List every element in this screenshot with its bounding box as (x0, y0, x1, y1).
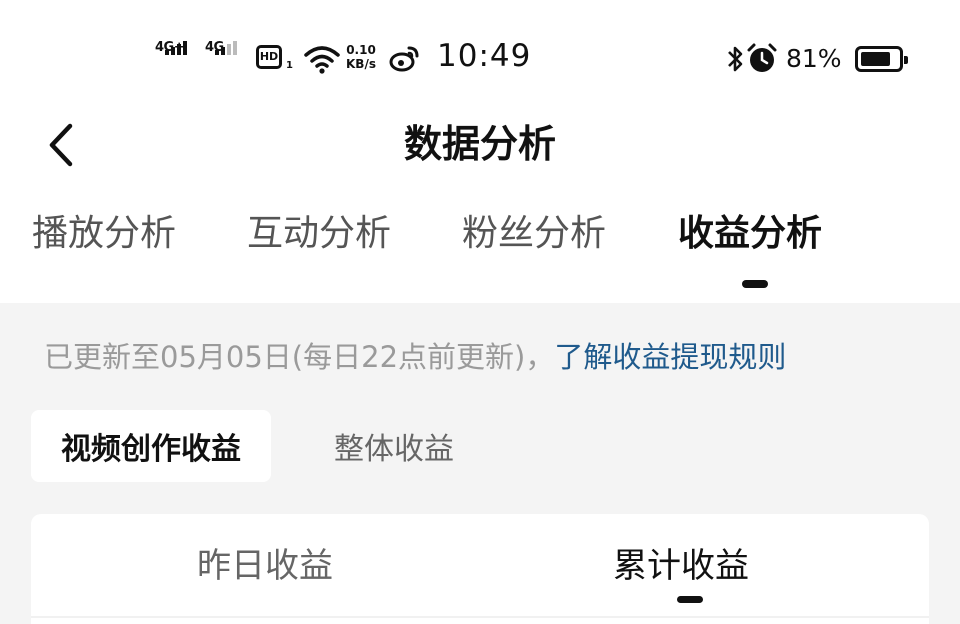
hd-icon: HD (256, 45, 282, 69)
active-tab-indicator (742, 280, 768, 288)
battery-fill (861, 52, 890, 66)
network-speed: 0.10 KB/s (346, 43, 376, 71)
update-notice-text: 已更新至05月05日(每日22点前更新)， (44, 340, 555, 374)
weibo-icon (389, 46, 419, 72)
segment-video-creation-earnings[interactable]: 视频创作收益 (31, 410, 271, 482)
tab-playback-analysis[interactable]: 播放分析 (32, 210, 176, 258)
tab-total-earnings[interactable]: 累计收益 (613, 544, 749, 588)
status-bar: 4G+ 4G HD 1 0.10 KB/s 10:49 81% (0, 0, 960, 110)
earnings-rules-link[interactable]: 了解收益提现规则 (554, 340, 786, 374)
battery-percent: 81% (786, 44, 842, 73)
earnings-card: 昨日收益 累计收益 (31, 514, 929, 624)
hd-sub-label: 1 (286, 60, 293, 71)
tab-earnings-analysis[interactable]: 收益分析 (678, 210, 822, 258)
update-notice: 已更新至05月05日(每日22点前更新)，了解收益提现规则 (44, 339, 786, 375)
card-divider (31, 616, 929, 618)
speed-unit: KB/s (346, 57, 376, 71)
tab-interaction-analysis[interactable]: 互动分析 (247, 210, 391, 258)
page-title: 数据分析 (403, 122, 556, 166)
wifi-icon (304, 46, 340, 74)
alarm-icon (747, 43, 777, 72)
tab-fans-analysis[interactable]: 粉丝分析 (462, 210, 606, 258)
tab-yesterday-earnings[interactable]: 昨日收益 (197, 544, 333, 588)
segment-overall-earnings[interactable]: 整体收益 (334, 410, 454, 482)
battery-icon (855, 46, 908, 72)
earnings-content: 已更新至05月05日(每日22点前更新)，了解收益提现规则 视频创作收益 整体收… (0, 303, 960, 624)
earnings-tab-indicator (677, 596, 703, 603)
clock: 10:49 (437, 38, 532, 74)
speed-value: 0.10 (346, 43, 376, 57)
bluetooth-icon (728, 46, 743, 72)
